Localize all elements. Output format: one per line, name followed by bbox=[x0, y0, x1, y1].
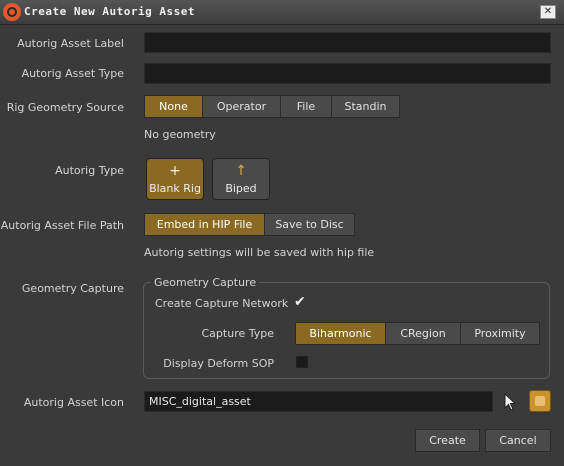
biped-label: Biped bbox=[225, 182, 257, 195]
geo-source-file-button[interactable]: File bbox=[280, 95, 332, 118]
biped-button[interactable]: ↑ Biped bbox=[212, 158, 270, 200]
file-path-label: Autorig Asset File Path bbox=[0, 219, 124, 232]
blank-rig-label: Blank Rig bbox=[149, 182, 201, 195]
capture-proximity-button[interactable]: Proximity bbox=[460, 322, 540, 345]
autorig-type-label: Autorig Type bbox=[55, 164, 124, 177]
embed-in-hip-button[interactable]: Embed in HIP File bbox=[144, 213, 265, 236]
blank-rig-button[interactable]: + Blank Rig bbox=[146, 158, 204, 200]
geo-source-standin-button[interactable]: Standin bbox=[331, 95, 400, 118]
create-capture-network-checkbox[interactable]: ✔ bbox=[294, 294, 306, 310]
geometry-capture-group-title: Geometry Capture bbox=[151, 276, 260, 289]
folder-browse-icon[interactable] bbox=[529, 390, 551, 412]
cursor-arrow-icon[interactable] bbox=[503, 392, 519, 411]
asset-label-label: Autorig Asset Label bbox=[17, 37, 124, 50]
houdini-logo-icon bbox=[3, 3, 21, 21]
display-deform-sop-checkbox[interactable] bbox=[296, 356, 308, 368]
asset-type-input[interactable] bbox=[144, 63, 551, 84]
capture-biharmonic-button[interactable]: Biharmonic bbox=[295, 322, 386, 345]
display-deform-sop-label: Display Deform SOP bbox=[163, 357, 274, 370]
asset-type-label: Autorig Asset Type bbox=[21, 67, 124, 80]
file-path-note: Autorig settings will be saved with hip … bbox=[144, 246, 375, 259]
create-capture-network-label: Create Capture Network bbox=[155, 297, 289, 310]
geometry-capture-label: Geometry Capture bbox=[21, 282, 124, 295]
plus-icon: + bbox=[169, 163, 181, 179]
asset-icon-label: Autorig Asset Icon bbox=[23, 396, 124, 409]
geo-source-none-button[interactable]: None bbox=[144, 95, 203, 118]
close-button[interactable]: ✕ bbox=[540, 5, 556, 19]
window-title: Create New Autorig Asset bbox=[24, 5, 195, 18]
asset-label-input[interactable] bbox=[144, 32, 551, 53]
create-button[interactable]: Create bbox=[415, 429, 480, 452]
title-bar: Create New Autorig Asset ✕ bbox=[0, 0, 564, 25]
capture-type-label: Capture Type bbox=[201, 327, 275, 340]
save-to-disc-button[interactable]: Save to Disc bbox=[264, 213, 355, 236]
geometry-status-text: No geometry bbox=[144, 128, 216, 141]
capture-cregion-button[interactable]: CRegion bbox=[385, 322, 461, 345]
geo-source-operator-button[interactable]: Operator bbox=[202, 95, 281, 118]
rig-geometry-source-label: Rig Geometry Source bbox=[6, 101, 124, 114]
asset-icon-input[interactable]: MISC_digital_asset bbox=[144, 391, 493, 412]
cancel-button[interactable]: Cancel bbox=[485, 429, 551, 452]
arrow-up-icon: ↑ bbox=[235, 163, 247, 179]
